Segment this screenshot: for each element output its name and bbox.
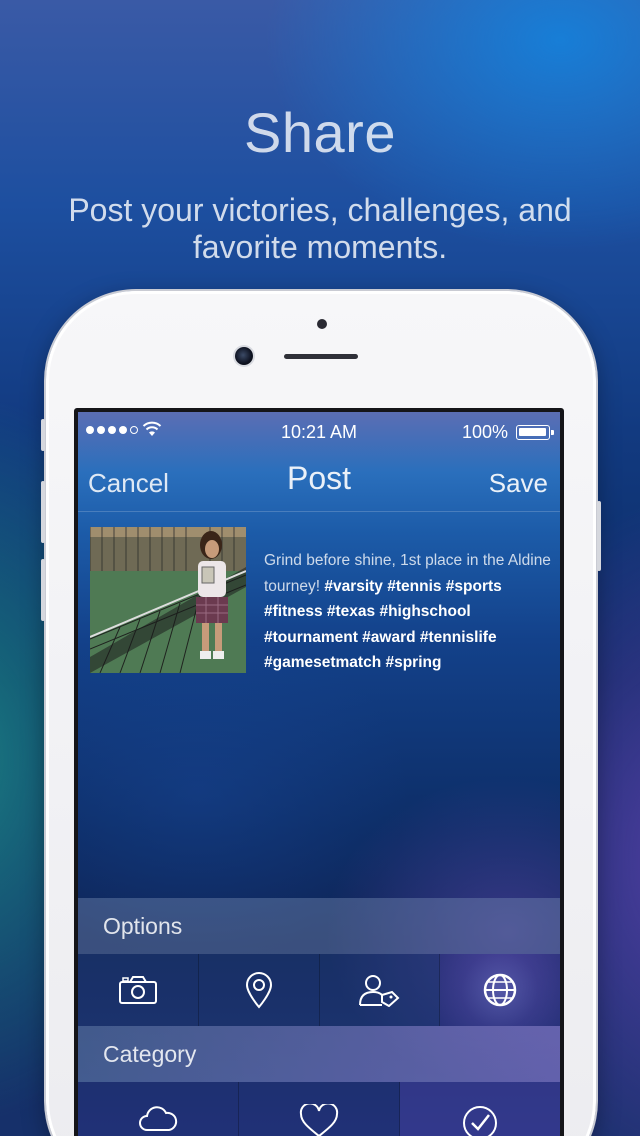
category-row <box>78 1082 560 1136</box>
post-screen: 10:21 AM 100% Cancel Post Save Grind bef… <box>78 412 560 1136</box>
globe-icon <box>483 973 517 1007</box>
power-button <box>597 501 601 571</box>
battery-percentage: 100% <box>462 422 509 442</box>
status-bar: 10:21 AM 100% <box>78 412 560 452</box>
cloud-icon <box>139 1106 178 1131</box>
mute-switch <box>41 419 45 451</box>
location-pin-icon <box>245 972 272 1009</box>
options-header: Options <box>78 898 560 954</box>
post-caption[interactable]: Grind before shine, 1st place in the Ald… <box>264 548 554 676</box>
options-row <box>78 954 560 1026</box>
category-achievement[interactable] <box>400 1082 560 1136</box>
category-weather[interactable] <box>78 1082 239 1136</box>
category-love[interactable] <box>239 1082 400 1136</box>
page-title: Post <box>286 460 352 496</box>
visibility-option[interactable] <box>440 954 560 1026</box>
promo-subtitle: Post your victories, challenges, and fav… <box>68 192 572 265</box>
post-photo[interactable] <box>90 527 246 673</box>
tag-person-icon <box>359 975 400 1007</box>
heart-icon <box>299 1104 339 1136</box>
proximity-sensor <box>317 319 327 329</box>
post-photo-image <box>90 527 246 673</box>
tag-people-option[interactable] <box>319 954 441 1026</box>
add-location-option[interactable] <box>198 954 320 1026</box>
battery-icon <box>516 425 554 440</box>
volume-up-button <box>41 481 45 543</box>
save-button[interactable]: Save <box>489 468 548 499</box>
category-header: Category <box>78 1026 560 1082</box>
camera-icon <box>118 976 157 1004</box>
promo-title: Share <box>244 101 396 164</box>
checkmark-circle-icon <box>463 1106 497 1136</box>
add-photo-option[interactable] <box>78 954 199 1026</box>
earpiece-speaker <box>284 354 358 359</box>
volume-down-button <box>41 559 45 621</box>
phone-screen: 10:21 AM 100% Cancel Post Save Grind bef… <box>74 408 564 1136</box>
phone-frame: 10:21 AM 100% Cancel Post Save Grind bef… <box>41 291 601 1136</box>
front-camera <box>235 347 253 365</box>
navigation-bar: Cancel Post Save <box>78 452 560 512</box>
